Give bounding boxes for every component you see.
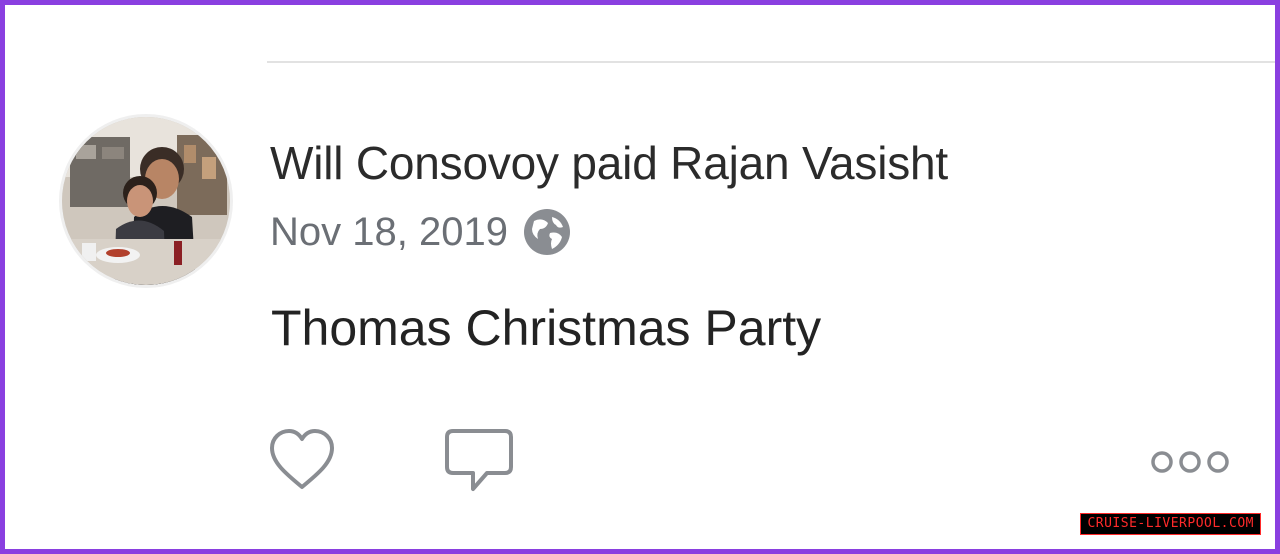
post-meta: Nov 18, 2019	[270, 202, 572, 262]
screenshot-frame: Will Consovoy paid Rajan Vasisht Nov 18,…	[0, 0, 1280, 554]
globe-icon	[523, 209, 570, 255]
avatar-photo	[62, 117, 230, 285]
like-button[interactable]	[267, 427, 337, 493]
watermark: CRUISE-LIVERPOOL.COM	[1080, 513, 1261, 535]
payee-name[interactable]: Rajan Vasisht	[670, 137, 948, 189]
payment-note: Thomas Christmas Party	[271, 300, 822, 356]
more-options-button[interactable]	[1147, 445, 1233, 479]
comment-button[interactable]	[443, 427, 515, 497]
comment-bubble-icon	[445, 429, 513, 491]
paid-verb: paid	[571, 137, 658, 189]
avatar[interactable]	[62, 117, 230, 285]
payer-name[interactable]: Will Consovoy	[270, 137, 559, 189]
post-date: Nov 18, 2019	[270, 209, 508, 254]
transaction-title: Will Consovoy paid Rajan Vasisht	[270, 133, 948, 193]
feed-divider	[267, 61, 1275, 63]
more-dots-icon	[1151, 451, 1229, 473]
heart-icon	[270, 429, 334, 489]
